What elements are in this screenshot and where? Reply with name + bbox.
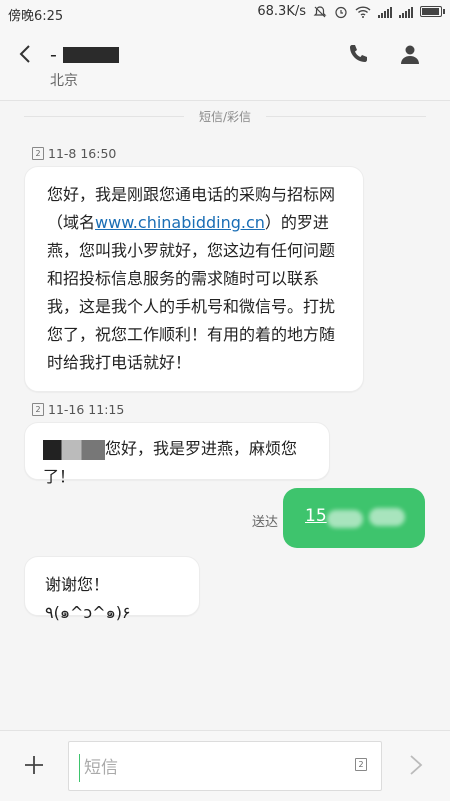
- contact-profile-icon[interactable]: [398, 42, 422, 66]
- incoming-message-bubble[interactable]: 您好，我是罗进燕，麻烦您了！: [24, 422, 330, 486]
- redacted-name: [43, 439, 105, 460]
- contact-name: -: [50, 44, 119, 66]
- sim-switch-icon[interactable]: 2: [355, 758, 367, 771]
- message-text: 谢谢您！٩(๑^ↄ^๑)۶: [45, 575, 131, 622]
- redacted-name: [62, 47, 119, 63]
- sim-icon: 2: [32, 403, 44, 416]
- timestamp-text: 11-16 11:15: [48, 402, 125, 417]
- mute-icon: [313, 5, 327, 17]
- contact-location: 北京: [50, 73, 78, 89]
- signal-icon-2: [399, 6, 413, 18]
- battery-icon: [420, 6, 445, 17]
- delivery-status: 送达: [251, 515, 278, 530]
- add-icon[interactable]: [22, 753, 46, 777]
- incoming-message-bubble[interactable]: 您好，我是刚跟您通电话的采购与招标网（域名www.chinabidding.cn…: [24, 166, 364, 392]
- phone-number-link[interactable]: 15: [305, 506, 327, 526]
- wifi-icon: [355, 5, 371, 18]
- conversation-header: - 北京: [0, 26, 450, 101]
- timestamp-text: 11-8 16:50: [48, 146, 117, 161]
- message-timestamp: 2 11-16 11:15: [32, 402, 124, 417]
- outgoing-message-bubble[interactable]: 15: [283, 488, 425, 548]
- redacted-number: [369, 508, 405, 526]
- status-icons: 68.3K/s: [257, 4, 445, 19]
- sim-icon: 2: [32, 147, 44, 160]
- status-time: 傍晚6:25: [8, 9, 64, 24]
- message-link[interactable]: www.chinabidding.cn: [95, 213, 265, 232]
- redacted-number: [327, 510, 363, 528]
- signal-icon: [378, 6, 392, 18]
- phone-icon[interactable]: [346, 42, 370, 66]
- contact-name-prefix: -: [50, 44, 57, 66]
- alarm-icon: [335, 6, 347, 18]
- incoming-message-bubble[interactable]: 谢谢您！٩(๑^ↄ^๑)۶: [24, 556, 200, 622]
- message-text-cont: ）的罗进燕，您叫我小罗就好，您这边有任何问题和招投标信息服务的需求随时可以联系我…: [47, 213, 336, 372]
- composer-bar: 2: [0, 730, 450, 801]
- message-input[interactable]: [79, 754, 336, 782]
- network-speed: 68.3K/s: [257, 4, 306, 19]
- message-timestamp: 2 11-8 16:50: [32, 146, 116, 161]
- channel-label: 短信/彩信: [0, 108, 450, 125]
- message-input-box: 2: [68, 741, 382, 791]
- back-icon[interactable]: [14, 42, 38, 66]
- status-bar: 傍晚6:25 68.3K/s: [0, 0, 450, 26]
- send-icon[interactable]: [406, 753, 426, 777]
